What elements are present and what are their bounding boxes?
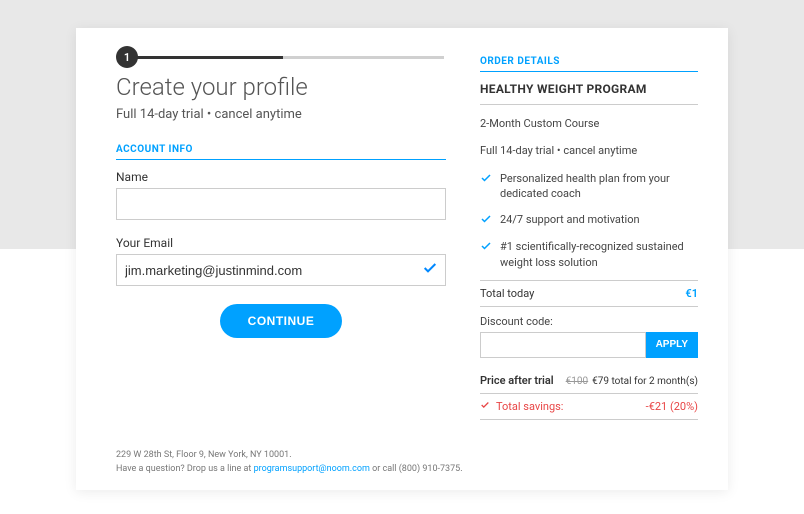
subtitle: Full 14-day trial • cancel anytime: [116, 107, 446, 122]
step-badge: 1: [116, 46, 138, 68]
page-title: Create your profile: [116, 73, 446, 101]
progress-fill: [122, 56, 283, 59]
email-input[interactable]: [116, 254, 446, 286]
feature-text: Personalized health plan from your dedic…: [500, 171, 698, 202]
feature-text: #1 scientifically-recognized sustained w…: [500, 239, 698, 270]
feature-item: Personalized health plan from your dedic…: [480, 171, 698, 202]
program-name: HEALTHY WEIGHT PROGRAM: [480, 82, 698, 105]
price-after-label: Price after trial: [480, 374, 554, 387]
apply-button[interactable]: APPLY: [646, 332, 698, 358]
name-input[interactable]: [116, 188, 446, 220]
order-details-heading: ORDER DETAILS: [480, 56, 698, 72]
savings-value: -€21 (20%): [646, 400, 698, 413]
footer: 229 W 28th St, Floor 9, New York, NY 100…: [116, 449, 463, 476]
price-after-detail: €100€79 total for 2 month(s): [566, 376, 698, 387]
progress-track: 1: [122, 56, 444, 59]
discount-input[interactable]: [480, 332, 646, 358]
checkmark-icon: [480, 400, 490, 413]
price-after-row: Price after trial €100€79 total for 2 mo…: [480, 368, 698, 394]
price-strike: €100: [566, 376, 588, 387]
footer-address: 229 W 28th St, Floor 9, New York, NY 100…: [116, 449, 463, 463]
trial-desc: Full 14-day trial • cancel anytime: [480, 144, 698, 157]
email-label: Your Email: [116, 236, 446, 250]
discount-label: Discount code:: [480, 315, 698, 328]
name-label: Name: [116, 170, 446, 184]
account-info-heading: ACCOUNT INFO: [116, 144, 446, 160]
total-label: Total today: [480, 287, 534, 300]
left-column: 1 Create your profile Full 14-day trial …: [116, 56, 446, 474]
checkmark-icon: [480, 213, 492, 229]
order-details: ORDER DETAILS HEALTHY WEIGHT PROGRAM 2-M…: [480, 56, 698, 474]
feature-item: 24/7 support and motivation: [480, 212, 698, 229]
feature-text: 24/7 support and motivation: [500, 212, 640, 229]
support-email-link[interactable]: programsupport@noom.com: [254, 464, 370, 474]
total-row: Total today €1: [480, 280, 698, 307]
checkmark-icon: [480, 172, 492, 202]
total-value: €1: [685, 287, 698, 300]
checkmark-icon: [480, 240, 492, 270]
continue-button[interactable]: CONTINUE: [220, 304, 343, 338]
footer-contact: Have a question? Drop us a line at progr…: [116, 463, 463, 477]
savings-row: Total savings: -€21 (20%): [480, 394, 698, 420]
signup-card: 1 Create your profile Full 14-day trial …: [76, 28, 728, 490]
course-desc: 2-Month Custom Course: [480, 117, 698, 130]
savings-label: Total savings:: [496, 400, 563, 413]
feature-item: #1 scientifically-recognized sustained w…: [480, 239, 698, 270]
checkmark-icon: [422, 260, 438, 280]
